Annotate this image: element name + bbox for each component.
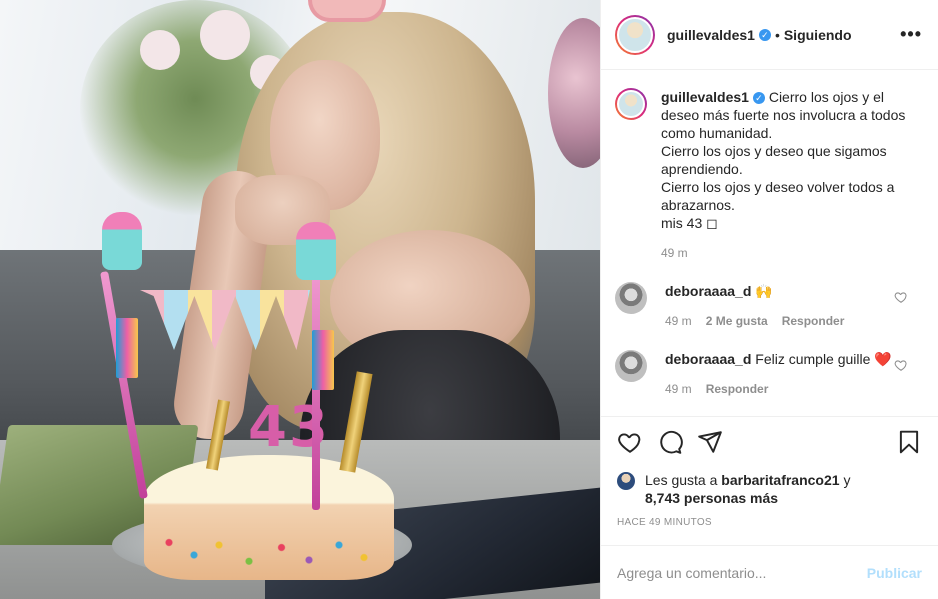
photo-flower bbox=[200, 10, 250, 60]
comments-section: guillevaldes1 ✓ Cierro los ojos y el dese… bbox=[601, 70, 938, 416]
reply-button[interactable]: Responder bbox=[782, 312, 845, 330]
comment-item: deboraaaa_d Feliz cumple guille ❤️ 49 m … bbox=[615, 350, 922, 398]
comment-text: Feliz cumple guille ❤️ bbox=[755, 351, 892, 367]
commenter-avatar[interactable] bbox=[615, 282, 647, 314]
reply-button[interactable]: Responder bbox=[706, 380, 769, 398]
caption-timestamp[interactable]: 49 m bbox=[661, 244, 922, 262]
post-header: guillevaldes1 ✓ • Siguiendo ••• bbox=[601, 0, 938, 70]
more-options-icon[interactable]: ••• bbox=[900, 24, 922, 45]
caption-line: Cierro los ojos y deseo que sigamos apre… bbox=[661, 143, 887, 177]
comment-time[interactable]: 49 m bbox=[665, 312, 692, 330]
likes-count-link[interactable]: 8,743 personas más bbox=[645, 490, 778, 506]
photo-bunny-ears bbox=[308, 0, 386, 22]
comment-likes[interactable]: 2 Me gusta bbox=[706, 312, 768, 330]
photo-popsicle-topper bbox=[296, 222, 336, 280]
publish-button[interactable]: Publicar bbox=[867, 565, 922, 581]
likes-text: Les gusta a barbaritafranco21 y 8,743 pe… bbox=[645, 471, 850, 507]
comment-time[interactable]: 49 m bbox=[665, 380, 692, 398]
author-avatar[interactable] bbox=[615, 14, 655, 55]
comment-icon[interactable] bbox=[657, 429, 683, 455]
add-comment-bar: Publicar bbox=[601, 545, 938, 599]
caption-line: Cierro los ojos y deseo volver todos a a… bbox=[661, 179, 895, 213]
commenter-avatar[interactable] bbox=[615, 350, 647, 382]
post-actions: Les gusta a barbaritafranco21 y 8,743 pe… bbox=[601, 416, 938, 528]
likes-prefix: Les gusta a bbox=[645, 472, 722, 488]
comment-input[interactable] bbox=[617, 564, 867, 581]
comment-meta: 49 m Responder bbox=[665, 380, 896, 398]
author-username[interactable]: guillevaldes1 bbox=[667, 27, 755, 43]
action-icons-row bbox=[617, 427, 922, 457]
post-caption: guillevaldes1 ✓ Cierro los ojos y el dese… bbox=[615, 88, 922, 262]
post-side-panel: guillevaldes1 ✓ • Siguiendo ••• guilleva… bbox=[600, 0, 938, 599]
caption-username[interactable]: guillevaldes1 bbox=[661, 89, 749, 105]
author-info: guillevaldes1 ✓ • Siguiendo bbox=[667, 27, 900, 43]
likes-summary: Les gusta a barbaritafranco21 y 8,743 pe… bbox=[617, 471, 922, 507]
liker-username[interactable]: barbaritafranco21 bbox=[721, 472, 839, 488]
photo-cake-topper-stick bbox=[312, 270, 320, 510]
comment-text: 🙌 bbox=[755, 283, 773, 299]
follow-status-button[interactable]: Siguiendo bbox=[784, 27, 852, 43]
commenter-username[interactable]: deboraaaa_d bbox=[665, 283, 751, 299]
photo-popsicle-topper bbox=[102, 212, 142, 270]
photo-birthday-cake bbox=[144, 455, 394, 580]
photo-tassel bbox=[312, 330, 334, 390]
photo-flower bbox=[140, 30, 180, 70]
verified-badge-icon: ✓ bbox=[758, 28, 771, 41]
instagram-post: 43 guillevaldes1 ✓ • Siguiendo ••• guill… bbox=[0, 0, 938, 599]
likes-joiner: y bbox=[839, 472, 851, 488]
comment-item: deboraaaa_d 🙌 49 m 2 Me gusta Responder bbox=[615, 282, 922, 330]
caption-body: guillevaldes1 ✓ Cierro los ojos y el dese… bbox=[661, 88, 922, 262]
commenter-username[interactable]: deboraaaa_d bbox=[665, 351, 751, 367]
caption-line: guillevaldes1 ✓ Cierro los ojos y el dese… bbox=[661, 88, 922, 142]
comment-like-heart-icon[interactable] bbox=[894, 290, 908, 304]
liker-avatar[interactable] bbox=[617, 472, 635, 490]
comment-body: deboraaaa_d 🙌 49 m 2 Me gusta Responder bbox=[665, 282, 922, 330]
caption-author-avatar[interactable] bbox=[615, 88, 647, 120]
caption-line: mis 43 ◻ bbox=[661, 215, 718, 231]
photo-tassel bbox=[116, 318, 138, 378]
comment-meta: 49 m 2 Me gusta Responder bbox=[665, 312, 896, 330]
comment-body: deboraaaa_d Feliz cumple guille ❤️ 49 m … bbox=[665, 350, 922, 398]
post-time-ago[interactable]: HACE 49 MINUTOS bbox=[617, 517, 922, 528]
share-icon[interactable] bbox=[697, 429, 723, 455]
separator-dot: • bbox=[774, 26, 780, 43]
heart-icon[interactable] bbox=[617, 429, 643, 455]
comment-like-heart-icon[interactable] bbox=[894, 358, 908, 372]
post-photo[interactable]: 43 bbox=[0, 0, 600, 599]
bookmark-icon[interactable] bbox=[896, 429, 922, 455]
verified-badge-icon: ✓ bbox=[752, 92, 765, 104]
